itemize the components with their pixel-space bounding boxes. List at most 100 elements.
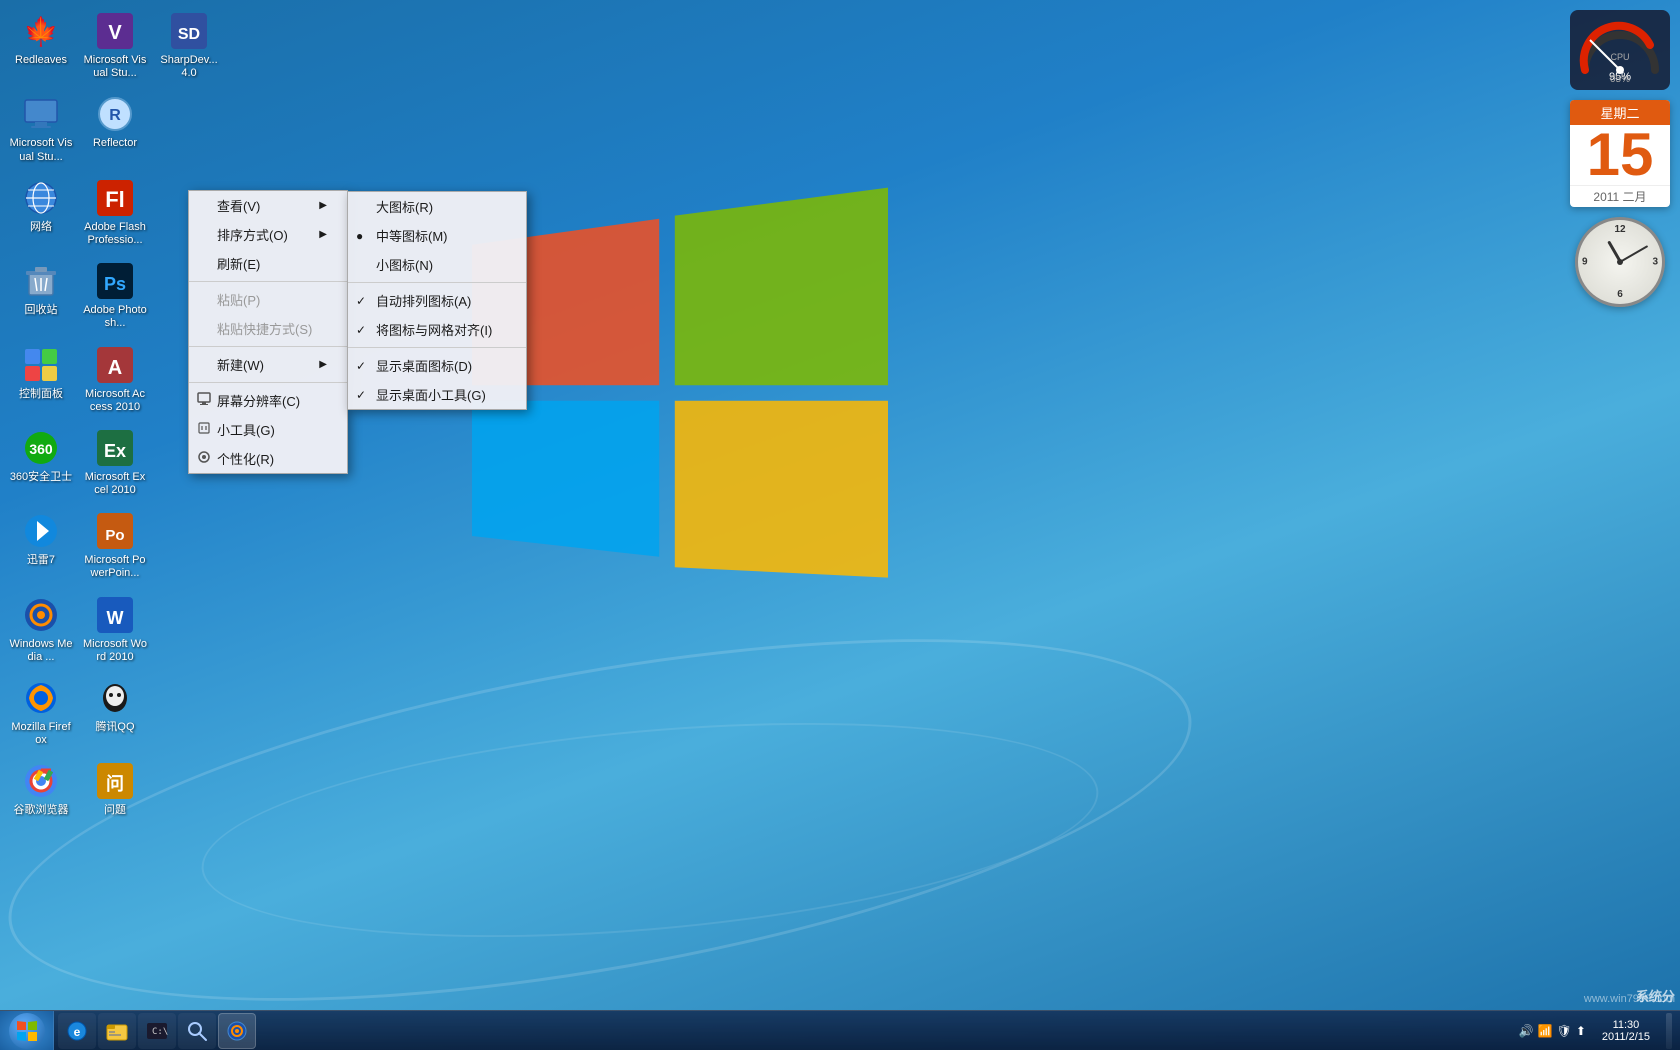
reflector-label: Reflector [93, 137, 137, 150]
menu-auto-arrange[interactable]: ✓ 自动排列图标(A) [348, 286, 526, 315]
taskbar: e C:\> [0, 1010, 1680, 1050]
menu-screen-res[interactable]: 屏幕分辨率(C) [189, 386, 347, 415]
show-desktop-button[interactable] [1666, 1013, 1672, 1049]
icon-computer[interactable]: Microsoft Visual Stu... [5, 88, 77, 169]
menu-tools[interactable]: 小工具(G) [189, 415, 347, 444]
context-menu: 查看(V) ▶ 大图标(R) ● 中等图标(M) 小图标(N) ✓ 自动排列图标… [188, 190, 348, 474]
menu-personalize[interactable]: 个性化(R) [189, 444, 347, 473]
icon-row-0: 🍁 Redleaves V Microsoft Visual Stu... SD [5, 5, 225, 86]
icon-word[interactable]: W Microsoft Word 2010 [79, 589, 151, 670]
menu-medium-icon[interactable]: ● 中等图标(M) [348, 221, 526, 250]
menu-new[interactable]: 新建(W) ▶ [189, 350, 347, 379]
icon-sharpdev[interactable]: SD SharpDev...4.0 [153, 5, 225, 86]
menu-sort-arrow: ▶ [319, 229, 327, 240]
svg-text:C:\>: C:\> [152, 1027, 168, 1037]
wen-label: 问题 [104, 804, 126, 817]
icon-ppt[interactable]: Po Microsoft PowerPoin... [79, 505, 151, 586]
excel-label: Microsoft Excel 2010 [83, 471, 147, 497]
icon-excel[interactable]: Ex Microsoft Excel 2010 [79, 422, 151, 503]
menu-show-desktop-icons[interactable]: ✓ 显示桌面图标(D) [348, 351, 526, 380]
svg-text:Fl: Fl [105, 187, 125, 212]
small-icon-label: 小图标(N) [376, 255, 433, 274]
word-label: Microsoft Word 2010 [83, 638, 147, 664]
icon-360[interactable]: 360 360安全卫士 [5, 422, 77, 503]
redleaves-label: Redleaves [15, 54, 67, 67]
taskbar-ie[interactable]: e [58, 1013, 96, 1049]
taskbar-system-tray: 🔊 📶 🛡 ⬆ 11:30 2011/2/15 [1511, 1013, 1680, 1049]
auto-arrange-label: 自动排列图标(A) [376, 291, 471, 310]
start-button[interactable] [0, 1011, 54, 1050]
large-icon-label: 大图标(R) [376, 197, 433, 216]
icon-flash[interactable]: Fl Adobe Flash Professio... [79, 172, 151, 253]
qq-icon [95, 678, 135, 718]
calendar-widget[interactable]: 星期二 15 2011 二月 [1570, 100, 1670, 207]
icon-qq[interactable]: 腾讯QQ [79, 672, 151, 753]
menu-paste-shortcut-label: 粘贴快捷方式(S) [217, 319, 312, 338]
word-icon: W [95, 595, 135, 635]
icon-vs[interactable]: V Microsoft Visual Stu... [79, 5, 151, 86]
icon-redleaves[interactable]: 🍁 Redleaves [5, 5, 77, 86]
minute-hand [1620, 245, 1649, 263]
menu-paste-label: 粘贴(P) [217, 290, 260, 309]
menu-refresh[interactable]: 刷新(E) [189, 249, 347, 278]
wen-icon: 问 [95, 761, 135, 801]
clock-3: 3 [1652, 257, 1658, 268]
menu-align-grid[interactable]: ✓ 将图标与网格对齐(I) [348, 315, 526, 344]
clock-time: 11:30 [1602, 1019, 1650, 1031]
redleaves-icon: 🍁 [21, 11, 61, 51]
svg-text:SD: SD [178, 26, 200, 43]
menu-sep1 [189, 281, 347, 282]
icon-row-1: Microsoft Visual Stu... R Reflector [5, 88, 225, 169]
menu-screen-res-label: 屏幕分辨率(C) [217, 391, 300, 410]
taskbar-cmd[interactable]: C:\> [138, 1013, 176, 1049]
icon-firefox[interactable]: Mozilla Firefox [5, 672, 77, 753]
menu-new-arrow: ▶ [319, 359, 327, 370]
menu-view[interactable]: 查看(V) ▶ 大图标(R) ● 中等图标(M) 小图标(N) ✓ 自动排列图标… [189, 191, 347, 220]
access-icon: A [95, 345, 135, 385]
icon-recycle[interactable]: 回收站 [5, 255, 77, 336]
icon-network[interactable]: 网络 [5, 172, 77, 253]
ppt-icon: Po [95, 511, 135, 551]
icon-access[interactable]: A Microsoft Access 2010 [79, 339, 151, 420]
reflector-icon: R [95, 94, 135, 134]
widgets-panel: CPU 95% 05% 星期二 15 2011 二月 12 3 6 9 [1560, 0, 1680, 317]
sharpdev-icon: SD [169, 11, 209, 51]
svg-text:R: R [109, 107, 121, 124]
icon-wmedia[interactable]: Windows Media ... [5, 589, 77, 670]
align-grid-label: 将图标与网格对齐(I) [376, 320, 492, 339]
menu-tools-label: 小工具(G) [217, 420, 275, 439]
menu-large-icon[interactable]: 大图标(R) [348, 192, 526, 221]
tools-icon [197, 421, 211, 438]
taskbar-search[interactable] [178, 1013, 216, 1049]
icon-wen[interactable]: 问 问题 [79, 755, 151, 823]
show-gadgets-label: 显示桌面小工具(G) [376, 385, 486, 404]
taskbar-media[interactable] [218, 1013, 256, 1049]
computer-icon [21, 94, 61, 134]
svg-text:Ps: Ps [104, 274, 126, 294]
cpu-sub-label: 05% [1610, 74, 1630, 85]
menu-small-icon[interactable]: 小图标(N) [348, 250, 526, 279]
screen-res-icon [197, 392, 211, 409]
svg-text:Ex: Ex [104, 441, 126, 461]
icon-xunlei[interactable]: 迅雷7 [5, 505, 77, 586]
menu-sort-label: 排序方式(O) [217, 225, 288, 244]
view-sep [348, 282, 526, 283]
icon-chrome[interactable]: 谷歌浏览器 [5, 755, 77, 823]
menu-paste-shortcut[interactable]: 粘贴快捷方式(S) [189, 314, 347, 343]
personalize-icon [197, 450, 211, 467]
menu-paste[interactable]: 粘贴(P) [189, 285, 347, 314]
clock-6: 6 [1617, 289, 1623, 300]
clock-9: 9 [1582, 257, 1588, 268]
taskbar-pinned: e C:\> [54, 1013, 1511, 1049]
icon-photoshop[interactable]: Ps Adobe Photosh... [79, 255, 151, 336]
taskbar-explorer[interactable] [98, 1013, 136, 1049]
taskbar-clock[interactable]: 11:30 2011/2/15 [1594, 1017, 1658, 1045]
menu-sort[interactable]: 排序方式(O) ▶ [189, 220, 347, 249]
icon-control[interactable]: 控制面板 [5, 339, 77, 420]
control-icon [21, 345, 61, 385]
menu-show-gadgets[interactable]: ✓ 显示桌面小工具(G) [348, 380, 526, 409]
medium-icon-label: 中等图标(M) [376, 226, 448, 245]
vs-label: Microsoft Visual Stu... [83, 54, 147, 80]
icon-reflector[interactable]: R Reflector [79, 88, 151, 169]
network-label: 网络 [30, 221, 52, 234]
